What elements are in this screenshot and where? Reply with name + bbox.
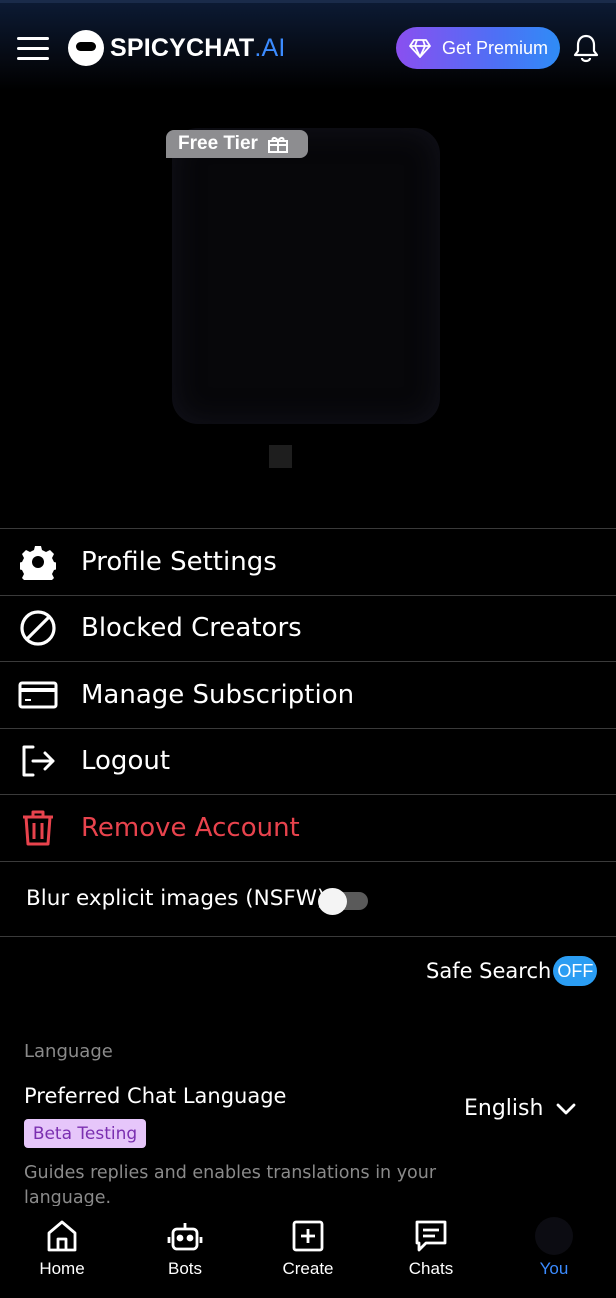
home-icon — [17, 1216, 107, 1256]
chat-bubble-logo-icon — [68, 30, 104, 66]
user-avatar — [509, 1216, 599, 1256]
account-menu: Profile Settings Blocked Creators Manage… — [0, 528, 616, 937]
chat-icon — [386, 1216, 476, 1256]
safe-search-label: Safe Search — [426, 959, 552, 983]
plus-square-icon — [263, 1216, 353, 1256]
blur-nsfw-label: Blur explicit images (NSFW) — [26, 885, 326, 911]
bottom-navigation: Home Bots Create Chats You — [0, 1206, 616, 1298]
get-premium-button[interactable]: Get Premium — [396, 27, 560, 69]
blur-nsfw-toggle[interactable] — [318, 887, 368, 915]
preferred-language-title: Preferred Chat Language — [24, 1084, 287, 1108]
hamburger-menu-icon[interactable] — [17, 37, 49, 61]
menu-label: Remove Account — [81, 812, 300, 843]
tier-badge: Free Tier — [166, 130, 308, 158]
blur-nsfw-row: Blur explicit images (NSFW) — [0, 860, 616, 937]
logo-text: SPICYCHAT.AI — [110, 33, 286, 62]
chevron-down-icon — [557, 1103, 576, 1114]
logout-icon — [18, 741, 58, 781]
safe-search-row: Safe Search OFF — [426, 956, 598, 986]
language-section-label: Language — [24, 1041, 113, 1062]
gift-icon — [267, 137, 288, 153]
trash-icon — [18, 808, 58, 848]
nav-you[interactable]: You — [509, 1216, 599, 1279]
bell-icon[interactable] — [572, 33, 600, 63]
nav-create[interactable]: Create — [263, 1216, 353, 1279]
menu-label: Manage Subscription — [81, 679, 355, 710]
block-icon — [18, 608, 58, 648]
nav-chats[interactable]: Chats — [386, 1216, 476, 1279]
nav-home[interactable]: Home — [17, 1216, 107, 1279]
menu-item-profile-settings[interactable]: Profile Settings — [0, 528, 616, 595]
diamond-icon — [409, 39, 431, 58]
menu-label: Blocked Creators — [81, 613, 302, 644]
top-app-bar: SPICYCHAT.AI Get Premium — [0, 0, 616, 90]
profile-avatar[interactable] — [172, 128, 440, 424]
beta-testing-badge: Beta Testing — [24, 1119, 146, 1148]
credit-card-icon — [18, 675, 58, 715]
menu-item-remove-account[interactable]: Remove Account — [0, 794, 616, 861]
gear-icon — [18, 542, 58, 582]
app-logo[interactable]: SPICYCHAT.AI — [68, 29, 286, 67]
safe-search-toggle[interactable]: OFF — [553, 956, 598, 986]
menu-item-logout[interactable]: Logout — [0, 727, 616, 795]
menu-label: Logout — [81, 746, 171, 777]
language-value: English — [464, 1096, 544, 1121]
language-description: Guides replies and enables translations … — [24, 1163, 437, 1208]
menu-item-blocked-creators[interactable]: Blocked Creators — [0, 594, 616, 662]
language-select[interactable]: English — [464, 1096, 577, 1121]
nav-bots[interactable]: Bots — [140, 1216, 230, 1279]
premium-label: Get Premium — [442, 37, 549, 58]
menu-label: Profile Settings — [81, 546, 277, 577]
avatar-edit-placeholder[interactable] — [269, 445, 292, 468]
menu-item-manage-subscription[interactable]: Manage Subscription — [0, 661, 616, 728]
robot-icon — [140, 1216, 230, 1256]
